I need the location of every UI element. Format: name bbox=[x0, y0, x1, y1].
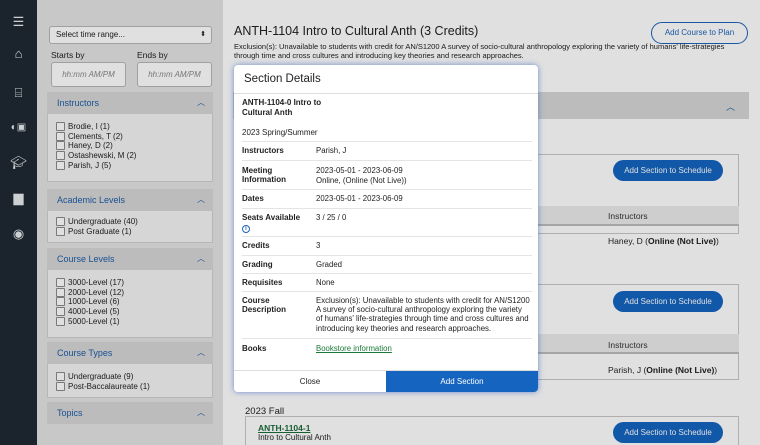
instructors-value: Parish, J bbox=[316, 146, 347, 155]
credits-label: Credits bbox=[242, 241, 270, 250]
dates-value: 2023-05-01 - 2023-06-09 bbox=[316, 194, 403, 203]
seats-available-label: Seats Available bbox=[242, 213, 301, 222]
requisites-value: None bbox=[316, 278, 335, 287]
info-icon[interactable]: i bbox=[242, 225, 250, 233]
divider bbox=[242, 189, 532, 190]
divider bbox=[242, 291, 532, 292]
meeting-dates-value: 2023-05-01 - 2023-06-09 bbox=[316, 166, 403, 175]
modal-title: Section Details bbox=[244, 73, 321, 85]
course-description-value: Exclusion(s): Unavailable to students wi… bbox=[316, 296, 530, 333]
divider bbox=[242, 338, 532, 339]
books-label: Books bbox=[242, 344, 267, 353]
divider bbox=[242, 255, 532, 256]
requisites-label: Requisites bbox=[242, 278, 283, 287]
divider bbox=[242, 160, 532, 161]
course-description-label: Course Description bbox=[242, 296, 287, 314]
meeting-mode-value: Online, (Online (Not Live)) bbox=[316, 176, 407, 185]
add-section-button[interactable]: Add Section bbox=[386, 371, 538, 392]
close-button[interactable]: Close bbox=[234, 371, 386, 392]
instructors-label: Instructors bbox=[242, 146, 284, 155]
divider bbox=[242, 141, 532, 142]
section-code: ANTH-1104-0 Intro to Cultural Anth bbox=[242, 98, 322, 117]
seats-available-value: 3 / 25 / 0 bbox=[316, 213, 347, 222]
credits-value: 3 bbox=[316, 241, 321, 250]
grading-value: Graded bbox=[316, 260, 343, 269]
bookstore-link[interactable]: Bookstore information bbox=[316, 344, 392, 353]
meeting-information-label: Meeting Information bbox=[242, 166, 286, 184]
books-value: Bookstore information bbox=[316, 344, 530, 353]
section-details-modal: Section Details ANTH-1104-0 Intro to Cul… bbox=[234, 65, 538, 392]
modal-footer: Close Add Section bbox=[234, 370, 538, 392]
divider bbox=[242, 273, 532, 274]
divider bbox=[242, 236, 532, 237]
grading-label: Grading bbox=[242, 260, 273, 269]
divider bbox=[242, 208, 532, 209]
section-term: 2023 Spring/Summer bbox=[242, 128, 318, 137]
divider bbox=[234, 93, 538, 94]
dates-label: Dates bbox=[242, 194, 264, 203]
